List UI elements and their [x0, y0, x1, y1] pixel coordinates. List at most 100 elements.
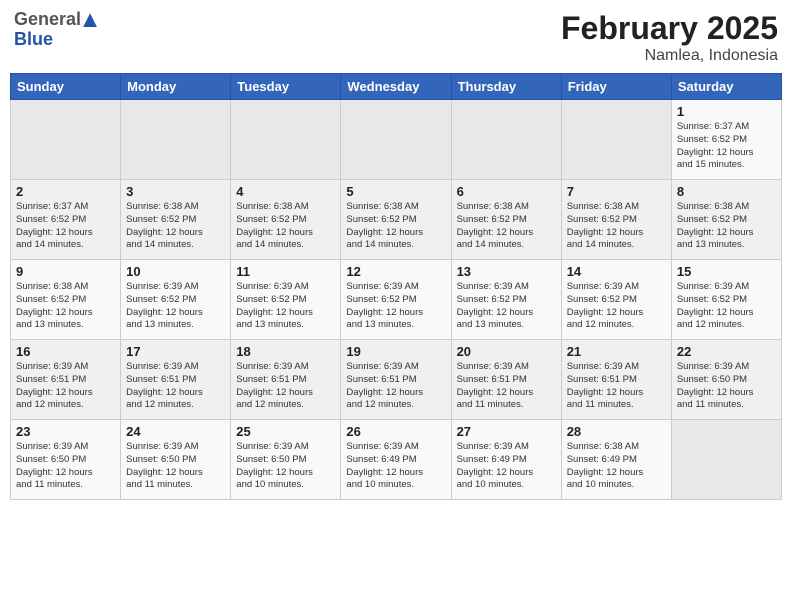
- calendar-cell: 6 Sunrise: 6:38 AM Sunset: 6:52 PM Daylig…: [451, 180, 561, 260]
- day-number: 11: [236, 264, 335, 279]
- calendar-week-row: 1 Sunrise: 6:37 AM Sunset: 6:52 PM Daylig…: [11, 100, 782, 180]
- calendar-cell: 1 Sunrise: 6:37 AM Sunset: 6:52 PM Daylig…: [671, 100, 781, 180]
- calendar-week-row: 2 Sunrise: 6:37 AM Sunset: 6:52 PM Daylig…: [11, 180, 782, 260]
- calendar-cell: [671, 420, 781, 500]
- calendar-cell: 25Sunrise: 6:39 AM Sunset: 6:50 PM Dayli…: [231, 420, 341, 500]
- calendar-cell: 14 Sunrise: 6:39 AM Sunset: 6:52 PM Dayli…: [561, 260, 671, 340]
- logo-blue: Blue: [14, 30, 97, 50]
- day-number: 14: [567, 264, 666, 279]
- day-number: 5: [346, 184, 445, 199]
- day-number: 6: [457, 184, 556, 199]
- weekday-header: Monday: [121, 74, 231, 100]
- day-info: Sunrise: 6:38 AM Sunset: 6:52 PM Dayligh…: [16, 281, 115, 332]
- calendar-cell: 20 Sunrise: 6:39 AM Sunset: 6:51 PM Dayli…: [451, 340, 561, 420]
- calendar-cell: 27 Sunrise: 6:39 AM Sunset: 6:49 PM Dayli…: [451, 420, 561, 500]
- day-info: Sunrise: 6:39 AM Sunset: 6:52 PM Dayligh…: [567, 281, 666, 332]
- weekday-header: Thursday: [451, 74, 561, 100]
- calendar-header-row: SundayMondayTuesdayWednesdayThursdayFrid…: [11, 74, 782, 100]
- day-number: 23: [16, 424, 115, 439]
- day-number: 24: [126, 424, 225, 439]
- calendar-cell: [231, 100, 341, 180]
- day-number: 27: [457, 424, 556, 439]
- logo-icon: [83, 13, 97, 27]
- calendar-cell: [11, 100, 121, 180]
- page-header: General Blue February 2025 Namlea, Indon…: [10, 10, 782, 65]
- calendar-week-row: 23 Sunrise: 6:39 AM Sunset: 6:50 PM Dayli…: [11, 420, 782, 500]
- day-number: 19: [346, 344, 445, 359]
- day-info: Sunrise: 6:39 AM Sunset: 6:52 PM Dayligh…: [126, 281, 225, 332]
- weekday-header: Sunday: [11, 74, 121, 100]
- day-info: Sunrise: 6:39 AM Sunset: 6:50 PM Dayligh…: [16, 441, 115, 492]
- weekday-header: Friday: [561, 74, 671, 100]
- day-info: Sunrise: 6:38 AM Sunset: 6:52 PM Dayligh…: [126, 201, 225, 252]
- day-number: 7: [567, 184, 666, 199]
- calendar-cell: 21Sunrise: 6:39 AM Sunset: 6:51 PM Dayli…: [561, 340, 671, 420]
- day-info: Sunrise: 6:38 AM Sunset: 6:49 PM Dayligh…: [567, 441, 666, 492]
- calendar-cell: 4 Sunrise: 6:38 AM Sunset: 6:52 PM Daylig…: [231, 180, 341, 260]
- day-number: 22: [677, 344, 776, 359]
- day-number: 12: [346, 264, 445, 279]
- calendar-week-row: 16 Sunrise: 6:39 AM Sunset: 6:51 PM Dayli…: [11, 340, 782, 420]
- calendar-cell: [561, 100, 671, 180]
- day-number: 21: [567, 344, 666, 359]
- calendar-cell: [121, 100, 231, 180]
- day-number: 10: [126, 264, 225, 279]
- day-number: 13: [457, 264, 556, 279]
- calendar-cell: 22Sunrise: 6:39 AM Sunset: 6:50 PM Dayli…: [671, 340, 781, 420]
- day-number: 18: [236, 344, 335, 359]
- calendar-cell: 10 Sunrise: 6:39 AM Sunset: 6:52 PM Dayli…: [121, 260, 231, 340]
- calendar-cell: [341, 100, 451, 180]
- weekday-header: Wednesday: [341, 74, 451, 100]
- calendar-cell: 12 Sunrise: 6:39 AM Sunset: 6:52 PM Dayli…: [341, 260, 451, 340]
- calendar-cell: 11Sunrise: 6:39 AM Sunset: 6:52 PM Dayli…: [231, 260, 341, 340]
- day-info: Sunrise: 6:39 AM Sunset: 6:50 PM Dayligh…: [126, 441, 225, 492]
- calendar-cell: 8 Sunrise: 6:38 AM Sunset: 6:52 PM Daylig…: [671, 180, 781, 260]
- day-number: 20: [457, 344, 556, 359]
- day-info: Sunrise: 6:39 AM Sunset: 6:51 PM Dayligh…: [346, 361, 445, 412]
- calendar-cell: 15 Sunrise: 6:39 AM Sunset: 6:52 PM Dayli…: [671, 260, 781, 340]
- calendar-cell: 5Sunrise: 6:38 AM Sunset: 6:52 PM Daylig…: [341, 180, 451, 260]
- calendar-cell: 23 Sunrise: 6:39 AM Sunset: 6:50 PM Dayli…: [11, 420, 121, 500]
- day-info: Sunrise: 6:38 AM Sunset: 6:52 PM Dayligh…: [457, 201, 556, 252]
- day-info: Sunrise: 6:39 AM Sunset: 6:52 PM Dayligh…: [677, 281, 776, 332]
- day-info: Sunrise: 6:39 AM Sunset: 6:51 PM Dayligh…: [236, 361, 335, 412]
- day-info: Sunrise: 6:38 AM Sunset: 6:52 PM Dayligh…: [567, 201, 666, 252]
- day-number: 1: [677, 104, 776, 119]
- day-number: 3: [126, 184, 225, 199]
- calendar-cell: 2 Sunrise: 6:37 AM Sunset: 6:52 PM Daylig…: [11, 180, 121, 260]
- calendar-cell: 18 Sunrise: 6:39 AM Sunset: 6:51 PM Dayli…: [231, 340, 341, 420]
- day-number: 15: [677, 264, 776, 279]
- calendar-cell: 17 Sunrise: 6:39 AM Sunset: 6:51 PM Dayli…: [121, 340, 231, 420]
- day-info: Sunrise: 6:39 AM Sunset: 6:52 PM Dayligh…: [346, 281, 445, 332]
- day-info: Sunrise: 6:39 AM Sunset: 6:49 PM Dayligh…: [457, 441, 556, 492]
- calendar-table: SundayMondayTuesdayWednesdayThursdayFrid…: [10, 73, 782, 500]
- logo: General Blue: [14, 10, 97, 50]
- day-info: Sunrise: 6:38 AM Sunset: 6:52 PM Dayligh…: [236, 201, 335, 252]
- calendar-cell: 16 Sunrise: 6:39 AM Sunset: 6:51 PM Dayli…: [11, 340, 121, 420]
- title-block: February 2025 Namlea, Indonesia: [561, 10, 778, 65]
- day-number: 28: [567, 424, 666, 439]
- calendar-cell: [451, 100, 561, 180]
- calendar-cell: 24 Sunrise: 6:39 AM Sunset: 6:50 PM Dayli…: [121, 420, 231, 500]
- day-info: Sunrise: 6:39 AM Sunset: 6:51 PM Dayligh…: [457, 361, 556, 412]
- day-info: Sunrise: 6:37 AM Sunset: 6:52 PM Dayligh…: [16, 201, 115, 252]
- day-number: 8: [677, 184, 776, 199]
- day-info: Sunrise: 6:39 AM Sunset: 6:52 PM Dayligh…: [457, 281, 556, 332]
- day-number: 4: [236, 184, 335, 199]
- day-info: Sunrise: 6:37 AM Sunset: 6:52 PM Dayligh…: [677, 121, 776, 172]
- day-info: Sunrise: 6:39 AM Sunset: 6:49 PM Dayligh…: [346, 441, 445, 492]
- calendar-cell: 7 Sunrise: 6:38 AM Sunset: 6:52 PM Daylig…: [561, 180, 671, 260]
- calendar-cell: 13 Sunrise: 6:39 AM Sunset: 6:52 PM Dayli…: [451, 260, 561, 340]
- calendar-cell: 28 Sunrise: 6:38 AM Sunset: 6:49 PM Dayli…: [561, 420, 671, 500]
- day-number: 16: [16, 344, 115, 359]
- day-info: Sunrise: 6:38 AM Sunset: 6:52 PM Dayligh…: [677, 201, 776, 252]
- page-title: February 2025: [561, 10, 778, 47]
- day-number: 17: [126, 344, 225, 359]
- calendar-cell: 26Sunrise: 6:39 AM Sunset: 6:49 PM Dayli…: [341, 420, 451, 500]
- day-info: Sunrise: 6:39 AM Sunset: 6:51 PM Dayligh…: [126, 361, 225, 412]
- calendar-week-row: 9Sunrise: 6:38 AM Sunset: 6:52 PM Daylig…: [11, 260, 782, 340]
- calendar-cell: 19 Sunrise: 6:39 AM Sunset: 6:51 PM Dayli…: [341, 340, 451, 420]
- calendar-cell: 9Sunrise: 6:38 AM Sunset: 6:52 PM Daylig…: [11, 260, 121, 340]
- day-number: 2: [16, 184, 115, 199]
- day-info: Sunrise: 6:39 AM Sunset: 6:51 PM Dayligh…: [16, 361, 115, 412]
